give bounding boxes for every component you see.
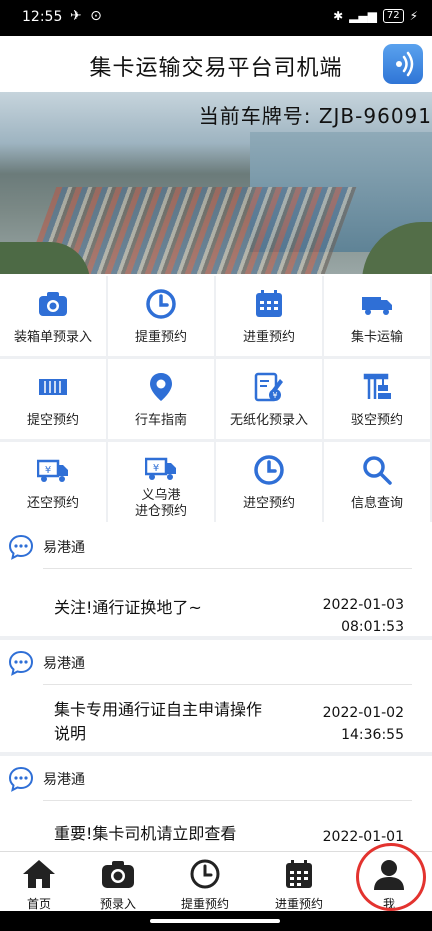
message-card[interactable]: 易港通 重要!集卡司机请立即查看 2022-01-01 [0, 756, 432, 850]
menu-item-label: 进空预约 [242, 496, 295, 511]
clock-icon [253, 454, 285, 486]
message-title[interactable]: 集卡专用通行证自主申请操作说明 [54, 698, 274, 746]
message-date: 2022-01-03 [322, 597, 404, 613]
message-card[interactable]: 易港通集卡专用通行证自主申请操作说明 2022-01-02 14:36:55 [0, 640, 432, 752]
tab-label: 首页 [26, 897, 51, 911]
status-time: 12:55 [22, 9, 63, 25]
menu-item-label: 提空预约 [26, 413, 79, 428]
divider [43, 800, 412, 801]
search-icon [361, 454, 393, 486]
menu-item-label: 驳空预约 [350, 413, 403, 428]
menu-item-5[interactable]: 行车指南 [108, 359, 214, 439]
truck-money-icon: ¥ [144, 452, 177, 482]
chat-bubble-icon [8, 650, 34, 676]
message-timestamp: 2022-01-03 08:01:53 [323, 594, 404, 638]
tab-camera[interactable]: 预录入 [78, 852, 158, 912]
calendar-icon [281, 858, 317, 890]
message-source: 易港通 [43, 656, 85, 672]
chat-bubble-icon [8, 766, 34, 792]
map-pin-icon [145, 371, 177, 403]
menu-item-label: 装箱单预录入 [13, 330, 92, 345]
clock-icon [187, 858, 223, 890]
truck-money-icon: ¥ [36, 454, 69, 486]
bluetooth-icon: ✱ [333, 9, 344, 23]
camera-icon [100, 858, 136, 890]
menu-item-label: 无纸化预录入 [229, 413, 308, 428]
camera-icon [37, 288, 69, 320]
menu-item-11[interactable]: 信息查询 [324, 442, 430, 522]
voice-broadcast-button[interactable] [383, 44, 423, 84]
divider [43, 684, 412, 685]
crane-icon [361, 371, 393, 403]
svg-text:¥: ¥ [153, 463, 159, 474]
menu-item-label: 提重预约 [134, 330, 187, 345]
menu-item-4[interactable]: 提空预约 [0, 359, 106, 439]
home-gesture-bar[interactable] [150, 919, 280, 923]
tab-label: 进重预约 [274, 897, 323, 911]
message-source: 易港通 [43, 540, 85, 556]
svg-text:¥: ¥ [45, 465, 51, 476]
menu-item-label: 进重预约 [242, 330, 295, 345]
svg-text:¥: ¥ [272, 391, 277, 400]
port-banner-image: 当前车牌号: ZJB-96091 [0, 92, 432, 274]
status-bar: 12:55 ✈ ⊙ ✱ ▂▄▆ 72 ⚡ [0, 0, 432, 36]
tab-home[interactable]: 首页 [0, 852, 78, 912]
message-card[interactable]: 易港通关注!通行证换地了~ 2022-01-03 08:01:53 [0, 524, 432, 636]
menu-item-0[interactable]: 装箱单预录入 [0, 276, 106, 356]
system-nav-bar [0, 911, 432, 931]
menu-item-label: 还空预约 [26, 496, 79, 511]
menu-item-8[interactable]: ¥ 还空预约 [0, 442, 106, 522]
message-date: 2022-01-02 [322, 705, 404, 721]
message-timestamp: 2022-01-02 14:36:55 [323, 702, 404, 746]
menu-item-label: 信息查询 [350, 496, 403, 511]
menu-item-2[interactable]: 进重预约 [216, 276, 322, 356]
clock-icon [145, 288, 177, 320]
home-icon [21, 858, 57, 890]
message-time: 08:01:53 [341, 619, 404, 635]
menu-item-7[interactable]: 驳空预约 [324, 359, 430, 439]
menu-item-label: 集卡运输 [350, 330, 403, 345]
menu-item-3[interactable]: 集卡运输 [324, 276, 430, 356]
battery-icon: 72 [382, 9, 404, 23]
container-icon [37, 371, 69, 403]
message-title[interactable]: 重要!集卡司机请立即查看 [54, 822, 274, 846]
tab-label: 预录入 [99, 897, 136, 911]
current-plate-number: 当前车牌号: ZJB-96091 [198, 104, 432, 128]
message-source: 易港通 [43, 772, 85, 788]
message-feed[interactable]: 易港通 关注!通行证换地了~ 2022-01-03 08:01:53 易港通 集卡专用通行… [0, 524, 432, 850]
edit-doc-icon: ¥ [253, 371, 285, 403]
chat-bubble-icon [8, 534, 34, 560]
calendar-icon [253, 288, 285, 320]
notification-icons: ✈ ⊙ [70, 8, 104, 24]
menu-item-9[interactable]: ¥ 义乌港 进仓预约 [108, 442, 214, 522]
tab-calendar[interactable]: 进重预约 [252, 852, 346, 912]
menu-item-label: 行车指南 [134, 413, 187, 428]
signal-icon: ▂▄▆ [349, 9, 377, 23]
system-icons: ✱ ▂▄▆ 72 ⚡ [333, 9, 418, 23]
function-grid: 装箱单预录入 提重预约 进重预约 集卡运输提空预约 行车指南 ¥ 无纸化预录入 驳空预约 ¥ 还空… [0, 276, 432, 522]
highlight-circle [356, 843, 426, 911]
message-time: 14:36:55 [341, 727, 404, 743]
charging-icon: ⚡ [409, 9, 418, 23]
message-title[interactable]: 关注!通行证换地了~ [54, 596, 274, 620]
menu-item-1[interactable]: 提重预约 [108, 276, 214, 356]
menu-item-10[interactable]: 进空预约 [216, 442, 322, 522]
page-title: 集卡运输交易平台司机端 [89, 56, 343, 81]
tab-clock[interactable]: 提重预约 [158, 852, 252, 912]
sound-wave-icon [396, 51, 414, 77]
app-header: 集卡运输交易平台司机端 [0, 36, 432, 92]
menu-item-6[interactable]: ¥ 无纸化预录入 [216, 359, 322, 439]
tab-label: 提重预约 [180, 897, 229, 911]
divider [43, 568, 412, 569]
menu-item-label: 义乌港 进仓预约 [134, 488, 187, 519]
truck-icon [361, 288, 393, 320]
